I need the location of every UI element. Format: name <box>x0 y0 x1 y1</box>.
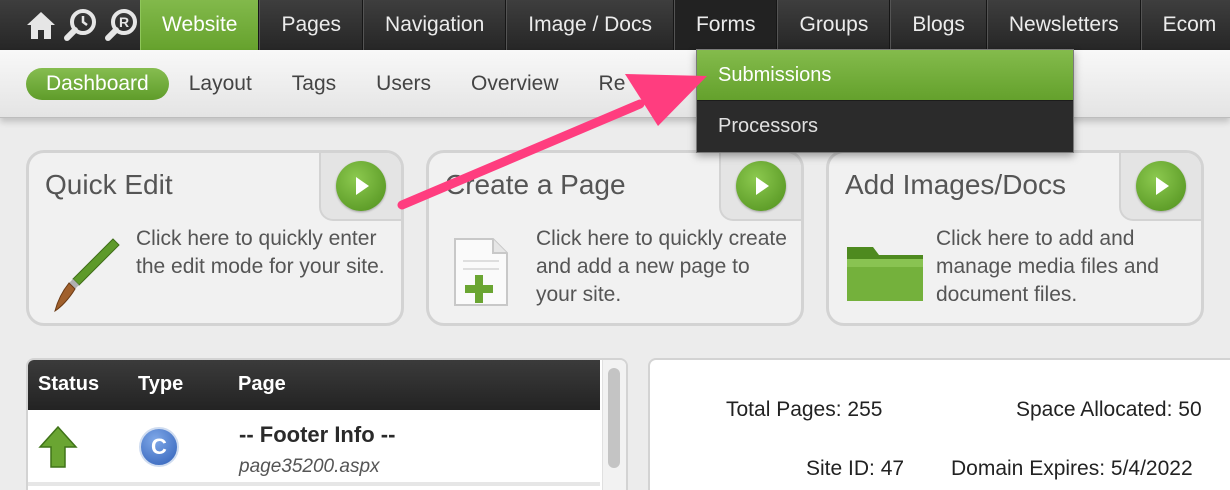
nav-tab-image-docs[interactable]: Image / Docs <box>506 0 674 50</box>
subnav-tab-dashboard[interactable]: Dashboard <box>26 67 169 100</box>
add-images-docs-card[interactable]: Add Images/Docs Click here to add and ma… <box>826 150 1204 326</box>
table-row[interactable]: C -- Footer Info -- page35200.aspx <box>28 410 600 482</box>
card-title: Quick Edit <box>45 169 173 200</box>
total-pages-stat: Total Pages: 255 <box>726 398 883 421</box>
home-icon[interactable] <box>24 8 58 42</box>
nav-tab-groups[interactable]: Groups <box>777 0 891 50</box>
card-title: Create a Page <box>445 169 626 200</box>
clock-search-icon[interactable] <box>63 7 99 43</box>
green-up-arrow-icon <box>38 425 78 474</box>
domain-expires-stat: Domain Expires: 5/4/2022 <box>951 457 1193 480</box>
subnav-tab-overview[interactable]: Overview <box>451 68 579 100</box>
type-badge: C <box>139 427 179 467</box>
table-scrollbar[interactable] <box>602 360 626 490</box>
play-icon <box>1156 177 1169 195</box>
new-page-icon <box>443 233 527 322</box>
card-play-area <box>319 153 401 221</box>
play-button[interactable] <box>1136 161 1186 211</box>
nav-tab-navigation[interactable]: Navigation <box>363 0 507 50</box>
folder-icon <box>843 233 927 322</box>
card-description: Click here to quickly enter the edit mod… <box>136 227 385 278</box>
quick-edit-card[interactable]: Quick Edit Click here to quickly enter t… <box>26 150 404 326</box>
nav-tab-website[interactable]: Website <box>140 0 260 50</box>
nav-tab-pages[interactable]: Pages <box>259 0 364 50</box>
card-title: Add Images/Docs <box>845 169 1066 200</box>
forms-dropdown-menu: Submissions Processors <box>696 49 1074 153</box>
page-filename: page35200.aspx <box>239 456 380 477</box>
site-stats-panel: Total Pages: 255 Space Allocated: 50 Sit… <box>648 358 1230 490</box>
subnav-tab-layout[interactable]: Layout <box>169 68 272 100</box>
menu-item-submissions[interactable]: Submissions <box>697 50 1073 101</box>
column-header-status[interactable]: Status <box>38 373 99 396</box>
row-divider <box>28 482 600 486</box>
scrollbar-thumb[interactable] <box>608 368 620 468</box>
nav-tab-forms[interactable]: Forms <box>673 0 778 50</box>
create-page-card[interactable]: Create a Page Click here to quickly crea… <box>426 150 804 326</box>
table-header: Status Type Page <box>28 360 600 410</box>
card-description: Click here to quickly create and add a n… <box>536 227 787 306</box>
play-icon <box>356 177 369 195</box>
column-header-page[interactable]: Page <box>238 373 286 396</box>
paintbrush-icon <box>43 233 127 322</box>
top-icon-group: R <box>0 0 140 50</box>
registered-search-icon[interactable]: R <box>104 7 140 43</box>
subnav-tab-tags[interactable]: Tags <box>272 68 356 100</box>
play-button[interactable] <box>336 161 386 211</box>
subnav-tab-users[interactable]: Users <box>356 68 451 100</box>
play-icon <box>756 177 769 195</box>
page-name[interactable]: -- Footer Info -- <box>239 422 395 448</box>
pages-table-panel: Status Type Page C -- Footer Info -- pag… <box>26 358 628 490</box>
card-description: Click here to add and manage media files… <box>936 227 1159 306</box>
nav-tab-newsletters[interactable]: Newsletters <box>986 0 1141 50</box>
top-nav-bar: R Website Pages Navigation Image / Docs … <box>0 0 1230 50</box>
site-id-stat: Site ID: 47 <box>806 457 905 480</box>
main-nav-tabs: Website Pages Navigation Image / Docs Fo… <box>140 0 1230 50</box>
space-allocated-stat: Space Allocated: 50 <box>1016 398 1202 421</box>
menu-item-processors[interactable]: Processors <box>697 101 1073 152</box>
nav-tab-ecom[interactable]: Ecom <box>1140 0 1230 50</box>
column-header-type[interactable]: Type <box>138 373 183 396</box>
nav-tab-blogs[interactable]: Blogs <box>890 0 987 50</box>
svg-text:R: R <box>119 14 129 30</box>
subnav-tab-re[interactable]: Re <box>579 68 646 100</box>
play-button[interactable] <box>736 161 786 211</box>
card-play-area <box>1119 153 1201 221</box>
card-play-area <box>719 153 801 221</box>
